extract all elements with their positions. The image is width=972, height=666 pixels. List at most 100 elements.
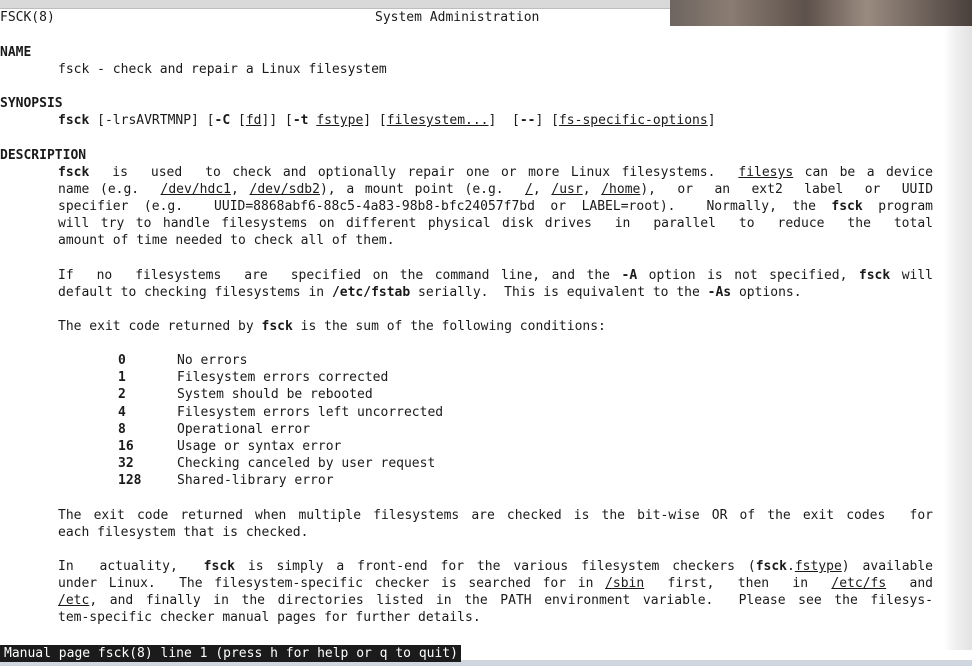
name-text: fsck - check and repair a Linux filesyst… (58, 62, 387, 77)
path-dev-hdc1: /dev/hdc1 (160, 182, 231, 197)
desc-p1-line1: fsck is used to check and optionally rep… (58, 164, 933, 181)
fsck-bold: fsck (261, 319, 293, 334)
exit-code-desc: System should be rebooted (177, 387, 373, 403)
window-top-bar (0, 0, 670, 9)
exit-code-desc: Shared-library error (177, 473, 334, 489)
desc-text: first, then in (644, 576, 832, 591)
synopsis-text: ] [ (535, 113, 559, 128)
desc-p2-line1: If no filesystems are specified on the c… (58, 267, 933, 284)
exit-code-desc: Usage or syntax error (177, 438, 342, 454)
desc-text: and (886, 576, 934, 591)
desc-text: is the sum of the following conditions: (292, 319, 606, 334)
desc-text: default to checking filesystems in (58, 285, 332, 300)
desc-p1-line4: will try to handle filesystems on differ… (58, 216, 933, 231)
fsck-bold: fsck (58, 165, 90, 180)
synopsis-text: ] (707, 113, 716, 128)
desc-text: options. (731, 285, 802, 300)
man-header-left: FSCK(8) (0, 10, 55, 25)
exit-code-desc: Checking canceled by user request (177, 456, 436, 472)
desc-text: , (230, 182, 250, 197)
synopsis-arg-fd: fd (245, 113, 262, 128)
synopsis-arg-fs-specific: fs-specific-options (558, 113, 708, 128)
fsck-bold: fsck (858, 268, 891, 283)
desc-p1-line5: amount of time needed to check all of th… (58, 233, 395, 248)
synopsis-opt-t: -t (292, 113, 309, 128)
path-etc: /etc (58, 593, 90, 608)
exit-code-desc: Filesystem errors corrected (177, 370, 389, 386)
pager-status-bar: Manual page fsck(8) line 1 (press h for … (0, 645, 461, 662)
desc-p3-line: The exit code returned by fsck is the su… (58, 318, 606, 335)
desc-p5-line3: /etc, and finally in the directories lis… (58, 592, 933, 609)
exit-code-desc: Operational error (177, 421, 311, 437)
desc-p1-line3: specifier (e.g. UUID=8868abf6-88c5-4a83-… (58, 198, 933, 215)
desc-filesys-arg: filesys (738, 165, 794, 180)
desc-text: ) available (841, 559, 933, 574)
desc-text: will (890, 268, 934, 283)
desc-text: under Linux. The filesystem-specific che… (58, 576, 606, 591)
webcam-overlay (670, 0, 972, 26)
desc-text: can be a device (793, 165, 933, 180)
exit-code-desc: Filesystem errors left uncorrected (177, 404, 444, 420)
fsck-bold: fsck (831, 199, 863, 214)
desc-text: , (532, 182, 552, 197)
synopsis-arg-filesystem: filesystem... (386, 113, 489, 128)
section-heading-name: NAME (0, 45, 32, 60)
synopsis-opt-dashdash: -- (519, 113, 536, 128)
path-usr: /usr (551, 182, 583, 197)
path-etc-fs: /etc/fs (831, 576, 887, 591)
man-header-center: System Administration (375, 10, 540, 25)
desc-text: If no filesystems are specified on the c… (58, 268, 622, 283)
synopsis-line: fsck [-lrsAVRTMNP] [-C [fd]] [-t fstype]… (58, 112, 716, 129)
opt-a-bold: -A (621, 268, 638, 283)
synopsis-text: [-lrsAVRTMNP] [ (89, 113, 215, 128)
synopsis-text: ] [ (363, 113, 387, 128)
exit-code: 32 (118, 456, 134, 472)
synopsis-text: [ (230, 113, 246, 128)
desc-text: , and finally in the directories listed … (89, 593, 933, 608)
exit-code: 16 (118, 438, 134, 454)
path-sbin: /sbin (605, 576, 645, 591)
desc-text: ), or an ext2 label or UUID (640, 182, 934, 197)
desc-text: program (862, 199, 933, 214)
desc-text: In actuality, (58, 559, 204, 574)
section-heading-description: DESCRIPTION (0, 148, 87, 163)
exit-code: 1 (118, 370, 126, 386)
path-etc-fstab: /etc/fstab (331, 285, 411, 300)
desc-text: ), a mount point (e.g. (319, 182, 526, 197)
desc-text: serially. This is equivalent to the (410, 285, 708, 300)
desc-p1-line2: name (e.g. /dev/hdc1, /dev/sdb2), a moun… (58, 181, 933, 198)
desc-text: specifier (e.g. UUID=8868abf6-88c5-4a83-… (58, 199, 832, 214)
path-dev-sdb2: /dev/sdb2 (249, 182, 320, 197)
desc-text: . (787, 559, 795, 574)
desc-text: is simply a front-end for the various fi… (234, 559, 756, 574)
synopsis-opt-c: -C (214, 113, 231, 128)
desc-p4-line2: each filesystem that is checked. (58, 525, 309, 540)
desc-p2-line2: default to checking filesystems in /etc/… (58, 284, 802, 301)
opt-as-bold: -As (707, 285, 732, 300)
exit-code: 0 (118, 353, 126, 368)
desc-text: The exit code returned by (58, 319, 262, 334)
desc-p5-line4: tem-specific checker manual pages for fu… (58, 610, 481, 625)
exit-code-desc: No errors (177, 353, 248, 368)
desc-text: , (582, 182, 602, 197)
desc-p5-line1: In actuality, fsck is simply a front-end… (58, 558, 933, 575)
exit-code: 2 (118, 387, 126, 403)
desc-text: option is not specified, (637, 268, 859, 283)
fsck-bold: fsck (755, 559, 787, 574)
desc-text: is used to check and optionally repair o… (89, 165, 739, 180)
fsck-bold: fsck (203, 559, 235, 574)
fstype-arg: fstype (794, 559, 842, 574)
synopsis-cmd: fsck (58, 113, 90, 128)
synopsis-text: ] [ (488, 113, 520, 128)
section-heading-synopsis: SYNOPSIS (0, 96, 63, 111)
path-root: / (525, 182, 533, 197)
exit-code: 128 (118, 473, 142, 489)
synopsis-arg-fstype: fstype (316, 113, 364, 128)
path-home: /home (601, 182, 641, 197)
exit-code: 4 (118, 404, 126, 420)
desc-text: name (e.g. (58, 182, 161, 197)
desc-p4-line1: The exit code returned when multiple fil… (58, 508, 933, 523)
window-right-edge (944, 26, 972, 650)
synopsis-text: ]] [ (261, 113, 293, 128)
exit-code: 8 (118, 421, 126, 437)
